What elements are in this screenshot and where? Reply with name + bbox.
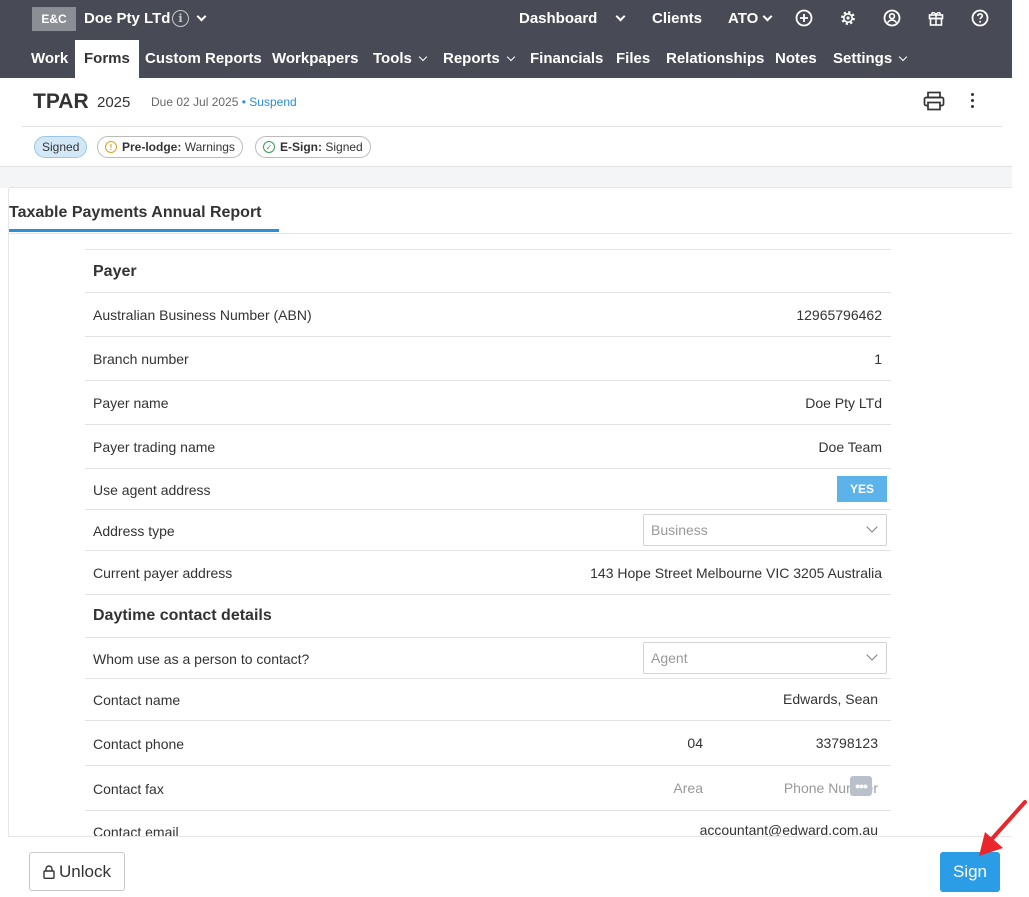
chevron-down-icon (898, 52, 908, 62)
row-contact-phone: Contact phone 04 33798123 (85, 720, 891, 765)
help-icon[interactable] (971, 9, 989, 27)
menu-notes[interactable]: Notes (775, 40, 817, 78)
nav-clients[interactable]: Clients (652, 10, 702, 27)
menu-relationships[interactable]: Relationships (666, 40, 764, 78)
tab-tpar[interactable]: Taxable Payments Annual Report (9, 204, 262, 222)
app-logo[interactable]: E&C (32, 7, 76, 31)
chevron-down-icon (418, 52, 428, 62)
menu-reports[interactable]: Reports (443, 40, 515, 78)
warning-icon: ! (105, 141, 117, 153)
more-dots-icon[interactable]: ••• (850, 776, 872, 796)
gear-icon[interactable] (839, 9, 857, 27)
separator-dot: • (241, 95, 246, 109)
unlock-button[interactable]: Unlock (29, 852, 125, 891)
status-badge-signed: Signed (34, 136, 88, 158)
row-contact-name: Contact name Edwards, Sean (85, 678, 891, 720)
chevron-down-icon[interactable] (615, 11, 626, 22)
payer-name-value: Doe Pty LTd (805, 395, 882, 411)
tpar-form: Payer Australian Business Number (ABN) 1… (85, 249, 891, 839)
action-footer (8, 836, 1012, 897)
menu-workpapers[interactable]: Workpapers (272, 40, 358, 78)
menu-custom-reports[interactable]: Custom Reports (145, 40, 262, 78)
header-divider (22, 126, 1002, 127)
phone-area-field[interactable]: 04 (687, 735, 703, 751)
chevron-down-icon (506, 52, 515, 62)
client-name[interactable]: Doe Pty LTd (84, 10, 170, 27)
chevron-down-icon[interactable] (196, 11, 207, 22)
more-options-icon[interactable] (971, 93, 975, 111)
row-contact-fax: Contact fax Area Phone Number ••• (85, 765, 891, 810)
contact-name-field[interactable]: Edwards, Sean (783, 691, 878, 707)
form-year: 2025 (97, 94, 131, 111)
due-date-line: Due 02 Jul 2025 • Suspend (151, 95, 297, 109)
phone-number-field[interactable]: 33798123 (816, 735, 878, 751)
row-branch-number: Branch number 1 (85, 336, 891, 380)
due-date: Due 02 Jul 2025 (151, 95, 239, 109)
abn-value: 12965796462 (796, 307, 882, 323)
menu-tools[interactable]: Tools (373, 40, 428, 78)
user-account-icon[interactable] (883, 9, 901, 27)
menu-work[interactable]: Work (31, 40, 68, 78)
page-title: TPAR (33, 90, 89, 113)
row-trading-name: Payer trading name Doe Team (85, 424, 891, 468)
status-badge-prelodge[interactable]: ! Pre-lodge: Warnings (97, 136, 243, 158)
check-circle-icon: ✓ (263, 141, 275, 153)
branch-number-value: 1 (874, 351, 882, 367)
gift-icon[interactable] (927, 9, 945, 27)
row-contact-email: Contact email accountant@edward.com.au (85, 810, 891, 839)
menu-financials[interactable]: Financials (530, 40, 603, 78)
row-current-address: Current payer address 143 Hope Street Me… (85, 550, 891, 594)
active-tab-indicator (9, 229, 279, 232)
add-circle-icon[interactable] (795, 9, 813, 27)
row-whom-contact: Whom use as a person to contact? Agent (85, 637, 891, 678)
address-type-select[interactable]: Business (643, 514, 887, 546)
nav-ato[interactable]: ATO (728, 10, 758, 27)
chevron-down-icon (866, 521, 878, 533)
status-badge-esign[interactable]: ✓ E-Sign: Signed (255, 136, 371, 158)
row-payer-name: Payer name Doe Pty LTd (85, 380, 891, 424)
trading-name-value: Doe Team (818, 439, 882, 455)
menu-settings[interactable]: Settings (833, 40, 908, 78)
annotation-arrow-icon (979, 800, 1027, 856)
contact-person-select[interactable]: Agent (643, 642, 887, 674)
lock-icon (43, 864, 55, 879)
chevron-down-icon[interactable] (762, 11, 773, 22)
row-address-type: Address type Business (85, 509, 891, 550)
section-contact-details: Daytime contact details (85, 594, 891, 637)
row-abn: Australian Business Number (ABN) 1296579… (85, 292, 891, 336)
use-agent-address-toggle[interactable]: YES (837, 476, 887, 502)
current-address-value: 143 Hope Street Melbourne VIC 3205 Austr… (590, 565, 882, 581)
section-payer: Payer (85, 249, 891, 293)
menu-forms[interactable]: Forms (75, 40, 139, 78)
fax-area-field[interactable]: Area (673, 780, 703, 796)
info-icon[interactable]: i (172, 10, 189, 27)
chevron-down-icon (866, 649, 878, 661)
top-navigation-bar: E&C Doe Pty LTd i Dashboard Clients ATO (0, 0, 1012, 78)
row-use-agent-address: Use agent address YES (85, 468, 891, 509)
nav-dashboard[interactable]: Dashboard (519, 10, 597, 27)
menu-files[interactable]: Files (616, 40, 650, 78)
main-menu: Work Forms Custom Reports Workpapers Too… (0, 40, 1012, 78)
content-background (0, 166, 1012, 188)
tab-divider (9, 233, 1012, 234)
suspend-link[interactable]: Suspend (249, 95, 296, 109)
print-icon[interactable] (923, 91, 945, 111)
top-row: E&C Doe Pty LTd i Dashboard Clients ATO (0, 0, 1012, 40)
